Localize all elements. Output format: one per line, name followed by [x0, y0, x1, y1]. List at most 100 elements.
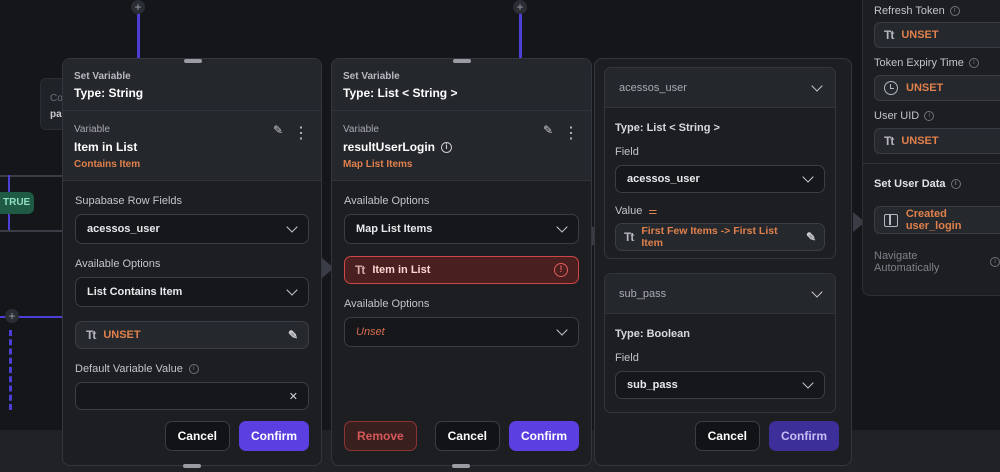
info-icon[interactable]: i: [924, 111, 935, 121]
token-expiry-label: Token Expiry Time i: [874, 57, 979, 69]
set-variable-panel-list: Set Variable Type: List < String > Varia…: [331, 58, 592, 466]
card-header[interactable]: sub_pass: [605, 274, 835, 314]
available-options-label: Available Options: [344, 195, 430, 207]
select-value: List Contains Item: [87, 286, 183, 298]
available-options-label: Available Options: [75, 258, 161, 270]
user-data-value-row[interactable]: Created user_login: [874, 206, 1000, 234]
navigate-automatically-text: Navigate Automatically: [874, 250, 940, 274]
true-branch-pill[interactable]: TRUE: [0, 192, 34, 214]
text-type-icon: Tt: [884, 28, 894, 42]
edit-pencil-icon[interactable]: ✎: [288, 328, 298, 342]
select-value: Unset: [356, 326, 385, 338]
auth-action-panel: Refresh Token i Tt UNSET Token Expiry Ti…: [862, 0, 1000, 296]
panel-actions: Cancel Confirm: [694, 421, 839, 451]
field-select[interactable]: sub_pass: [615, 371, 825, 399]
edit-pencil-icon[interactable]: ✎: [543, 123, 553, 143]
variable-name-text: Item in List: [74, 140, 138, 154]
select-value: Map List Items: [356, 223, 433, 235]
token-expiry-value-row[interactable]: UNSET: [874, 75, 1000, 101]
field-select[interactable]: acessos_user: [615, 165, 825, 193]
set-variable-panel-string: Set Variable Type: String Variable Item …: [62, 58, 322, 466]
variable-block[interactable]: Variable resultUserLogin i Map List Item…: [332, 111, 591, 181]
info-icon[interactable]: i: [949, 6, 960, 16]
edit-pencil-icon[interactable]: ✎: [273, 123, 283, 143]
chevron-down-icon: [556, 324, 568, 336]
card-type: Type: Boolean: [615, 328, 690, 340]
user-uid-value-row[interactable]: Tt UNSET: [874, 128, 1000, 154]
token-expiry-label-text: Token Expiry Time: [874, 57, 964, 69]
panel-header-type: Type: List < String >: [343, 86, 458, 100]
confirm-button[interactable]: Confirm: [769, 421, 839, 451]
available-options-select[interactable]: List Contains Item: [75, 277, 309, 307]
available-options-select[interactable]: Map List Items: [344, 214, 579, 244]
user-data-value: Created user_login: [905, 208, 962, 232]
text-type-icon: Tt: [86, 328, 96, 342]
card-type: Type: List < String >: [615, 122, 720, 134]
chevron-down-icon: [286, 221, 298, 233]
supabase-row-fields-label: Supabase Row Fields: [75, 195, 183, 207]
chevron-down-icon: [811, 79, 823, 92]
default-value-input[interactable]: ✕: [75, 382, 309, 410]
info-icon[interactable]: i: [441, 141, 453, 153]
confirm-button[interactable]: Confirm: [509, 421, 579, 451]
select-value: acessos_user: [627, 173, 700, 185]
background-node-text: Co: [50, 93, 63, 104]
card-title: sub_pass: [619, 287, 667, 300]
cancel-button[interactable]: Cancel: [164, 421, 230, 451]
panel-actions: Remove Cancel Confirm: [344, 421, 579, 451]
unset-value-row[interactable]: Tt UNSET ✎: [75, 321, 309, 349]
more-vertical-icon[interactable]: ⋮: [293, 123, 309, 143]
resize-handle[interactable]: [184, 59, 202, 63]
value-label: Value ⚌: [615, 205, 825, 217]
cancel-button[interactable]: Cancel: [434, 421, 500, 451]
panel-header: Set Variable Type: String: [63, 59, 321, 111]
available-options-select-unset[interactable]: Unset: [344, 317, 579, 347]
user-fields-panel: acessos_user Type: List < String > Field…: [594, 58, 852, 466]
value-settings-icon[interactable]: ⚌: [648, 206, 657, 217]
variable-block[interactable]: Variable Item in List Contains Item ✎ ⋮: [63, 111, 321, 181]
clear-close-icon[interactable]: ✕: [289, 390, 298, 403]
user-uid-label: User UID i: [874, 110, 935, 122]
field-card-sub-pass: sub_pass Type: Boolean Field sub_pass: [604, 273, 836, 413]
confirm-button[interactable]: Confirm: [239, 421, 309, 451]
info-icon[interactable]: i: [950, 179, 961, 189]
set-user-data-text: Set User Data: [874, 178, 946, 190]
connector-line: [137, 10, 140, 60]
card-header[interactable]: acessos_user: [605, 68, 835, 108]
variable-name-text: resultUserLogin: [343, 140, 436, 154]
field-label: Field: [615, 146, 639, 158]
resize-handle[interactable]: [453, 59, 471, 63]
refresh-token-value: UNSET: [901, 29, 939, 41]
connector-line: [0, 230, 62, 232]
cancel-button[interactable]: Cancel: [694, 421, 760, 451]
variable-subtitle: Map List Items: [343, 159, 413, 170]
chevron-down-icon: [556, 221, 568, 233]
supabase-row-fields-select[interactable]: acessos_user: [75, 214, 309, 244]
panel-header-type: Type: String: [74, 86, 144, 100]
background-node-text: pa: [50, 109, 62, 120]
panel-actions: Cancel Confirm: [164, 421, 309, 451]
field-label: Field: [615, 352, 639, 364]
select-value: sub_pass: [627, 379, 678, 391]
user-uid-value: UNSET: [901, 135, 939, 147]
add-node-plus-icon[interactable]: +: [5, 309, 19, 323]
token-expiry-value: UNSET: [906, 82, 944, 94]
value-row[interactable]: Tt First Few Items -> First List Item ✎: [615, 223, 825, 251]
info-icon[interactable]: i: [990, 257, 1000, 267]
item-in-list-error-row[interactable]: Tt Item in List !: [344, 256, 579, 284]
refresh-token-value-row[interactable]: Tt UNSET: [874, 22, 1000, 48]
resize-handle[interactable]: [183, 464, 201, 468]
edit-pencil-icon[interactable]: ✎: [806, 230, 816, 244]
more-vertical-icon[interactable]: ⋮: [563, 123, 579, 143]
remove-button[interactable]: Remove: [344, 421, 417, 451]
chevron-down-icon: [802, 377, 814, 389]
info-icon[interactable]: i: [968, 58, 979, 68]
add-node-plus-icon[interactable]: +: [513, 0, 527, 14]
chevron-down-icon: [811, 285, 823, 298]
add-node-plus-icon[interactable]: +: [131, 0, 145, 14]
variable-subtitle: Contains Item: [74, 159, 141, 170]
info-icon[interactable]: i: [188, 364, 199, 374]
table-icon: [884, 213, 898, 227]
text-type-icon: Tt: [624, 230, 634, 244]
resize-handle[interactable]: [452, 464, 470, 468]
